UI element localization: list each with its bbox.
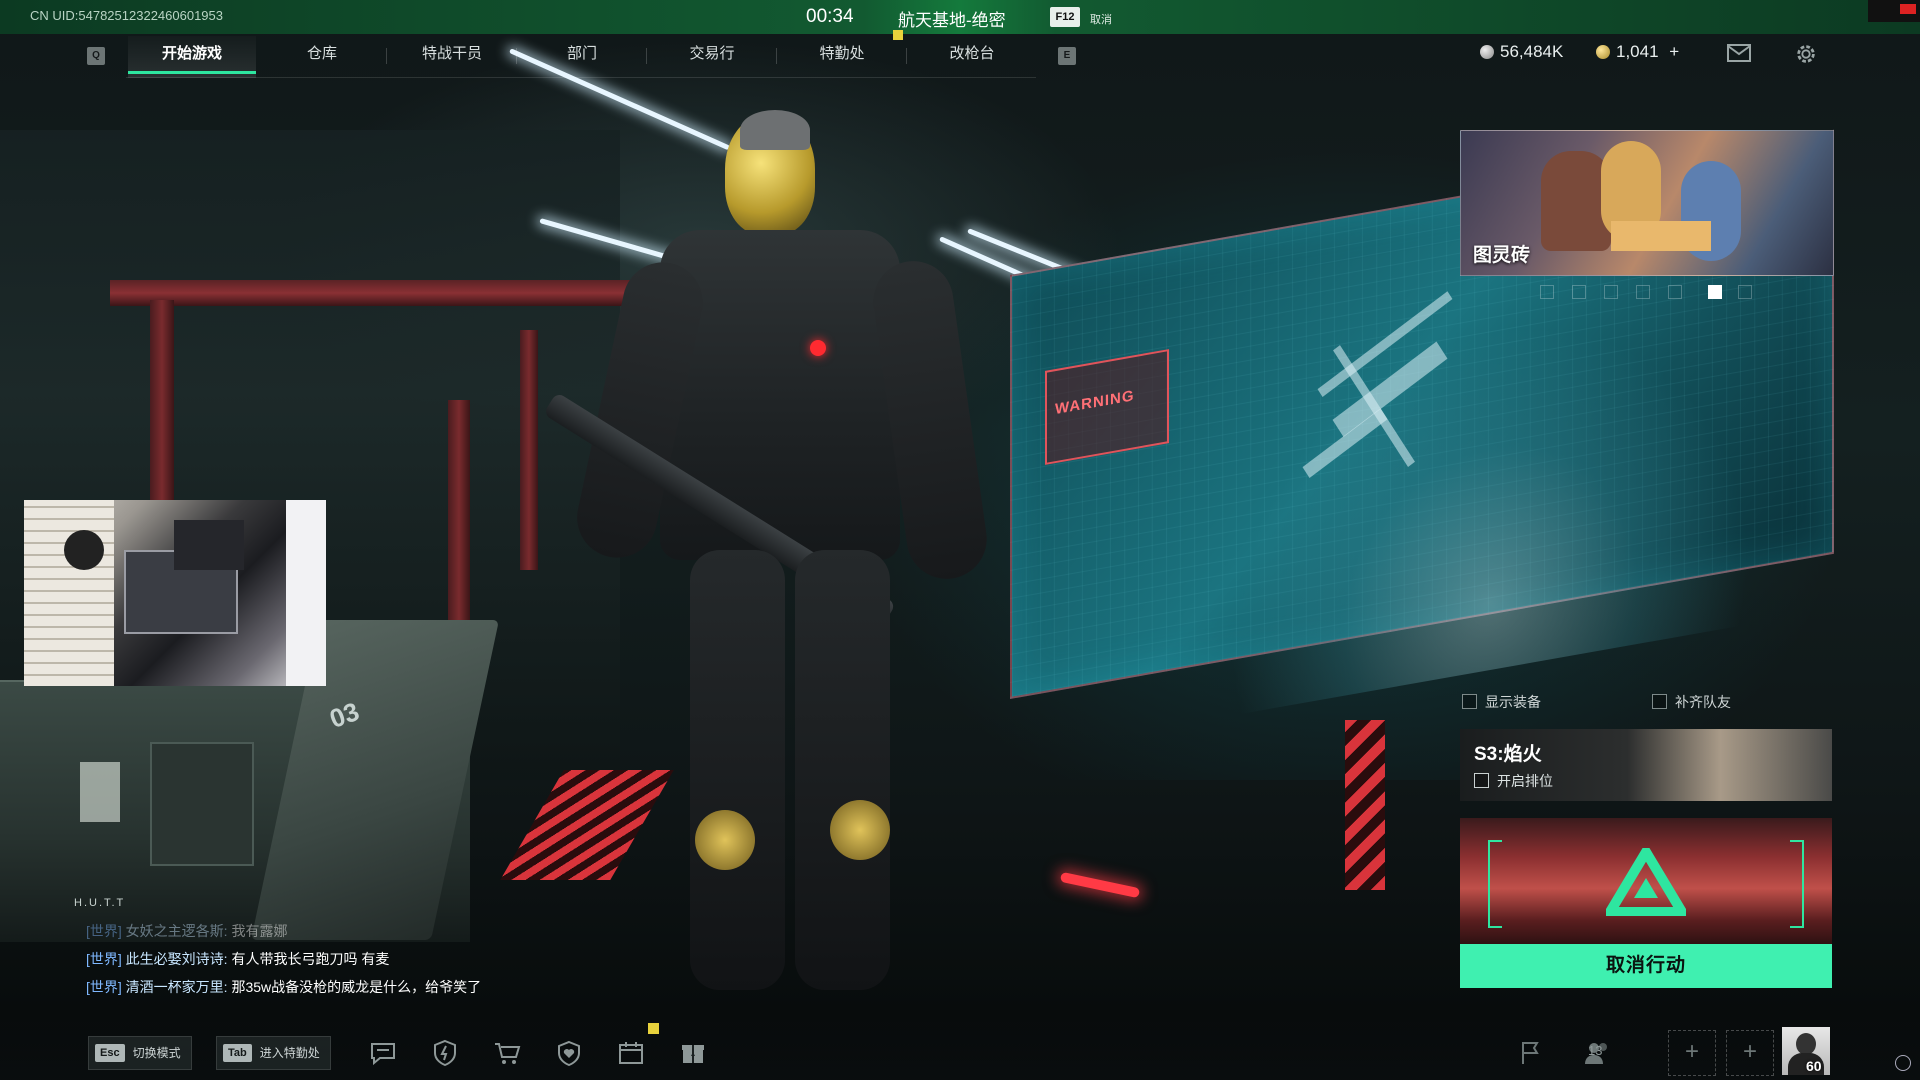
operator-character-model [540, 110, 1100, 1030]
calendar-icon[interactable] [616, 1038, 646, 1068]
hazard-stripes [1345, 720, 1385, 890]
banner-dot[interactable] [1636, 285, 1650, 299]
chat-sender[interactable]: 此生必娶刘诗诗: [126, 951, 228, 967]
ranked-label: 开启排位 [1497, 773, 1553, 789]
invite-slot-button[interactable]: + [1668, 1030, 1716, 1076]
chat-icon[interactable] [368, 1038, 398, 1068]
tab-key: Tab [223, 1044, 252, 1062]
shield-icon[interactable] [430, 1038, 460, 1068]
fill-team-checkbox[interactable] [1652, 694, 1667, 709]
chat-text: 那35w战备没枪的威龙是什么，给爷笑了 [227, 979, 482, 995]
primary-currency-value: 56,484K [1500, 42, 1564, 61]
chat-channel: [世界] [86, 979, 122, 995]
banner-dot[interactable] [1604, 285, 1618, 299]
tab-department[interactable]: 部门 [518, 36, 646, 78]
event-banner[interactable]: 图灵砖 [1460, 130, 1834, 276]
tab-operators[interactable]: 特战干员 [388, 36, 516, 78]
season-mode-card[interactable]: S3:焰火 开启排位 [1460, 729, 1832, 801]
tab-trade-market[interactable]: 交易行 [648, 36, 776, 78]
cancel-shortcut-label[interactable]: 取消 [1090, 11, 1112, 27]
ranked-toggle[interactable]: 开启排位 [1474, 771, 1553, 791]
gold-coin-icon [1596, 45, 1610, 59]
streamer-webcam-overlay [24, 500, 326, 686]
silver-coin-icon [1480, 45, 1494, 59]
next-tab-key[interactable]: E [1058, 47, 1076, 65]
cancel-action-button[interactable]: 取消行动 [1460, 944, 1832, 988]
enter-service-hint[interactable]: Tab 进入特勤处 [216, 1036, 331, 1070]
show-equipment-label: 显示装备 [1485, 694, 1541, 710]
switch-mode-hint[interactable]: Esc 切换模式 [88, 1036, 192, 1070]
friends-online-count: 13 [1588, 1043, 1603, 1058]
fill-team-toggle[interactable]: 补齐队友 [1652, 692, 1731, 712]
mail-icon[interactable] [1726, 42, 1752, 64]
match-timer: 00:34 [806, 6, 854, 27]
chat-sender[interactable]: 清酒一杯家万里: [126, 979, 228, 995]
frame-bracket-left [1488, 840, 1502, 928]
banner-dot[interactable] [1540, 285, 1554, 299]
banner-pagination [1540, 285, 1760, 299]
record-indicator [1868, 0, 1920, 22]
primary-currency[interactable]: 56,484K [1480, 42, 1563, 62]
chat-channel: [世界] [86, 923, 122, 939]
red-pipe [520, 330, 538, 570]
banner-dot[interactable] [1668, 285, 1682, 299]
f12-key-hint[interactable]: F12 [1050, 7, 1080, 27]
gift-icon[interactable] [678, 1038, 708, 1068]
ranked-checkbox[interactable] [1474, 773, 1489, 788]
frame-bracket-right [1790, 840, 1804, 928]
banner-title: 图灵砖 [1473, 245, 1531, 266]
task-alert-indicator [648, 1023, 659, 1034]
banner-dot[interactable] [1572, 285, 1586, 299]
secondary-currency[interactable]: 1,041 + [1596, 42, 1679, 62]
player-uid: CN UID:54782512322460601953 [30, 8, 223, 23]
invite-slot-button[interactable]: + [1726, 1030, 1774, 1076]
tab-special-service[interactable]: 特勤处 [778, 36, 906, 78]
chat-message: [世界] 清酒一杯家万里: 那35w战备没枪的威龙是什么，给爷笑了 [86, 973, 646, 1001]
banner-dot-active[interactable] [1708, 285, 1722, 299]
switch-mode-label: 切换模式 [132, 1046, 181, 1060]
esc-key: Esc [95, 1044, 125, 1062]
chat-channel: [世界] [86, 951, 122, 967]
tab-gunsmith[interactable]: 改枪台 [908, 36, 1036, 78]
console-logo-text: H.U.T.T [74, 897, 126, 909]
show-equipment-toggle[interactable]: 显示装备 [1462, 692, 1541, 712]
enter-service-label: 进入特勤处 [259, 1046, 320, 1060]
tab-start-game[interactable]: 开始游戏 [128, 36, 256, 78]
chat-message: [世界] 此生必娶刘诗诗: 有人带我长弓跑刀吗 有麦 [86, 945, 646, 973]
player-level: 60 [1806, 1058, 1822, 1074]
cart-icon[interactable] [492, 1038, 522, 1068]
flag-icon[interactable] [1516, 1038, 1546, 1068]
add-currency-button[interactable]: + [1669, 42, 1679, 61]
show-equipment-checkbox[interactable] [1462, 694, 1477, 709]
selected-map-mode: 航天基地-绝密 [898, 11, 1006, 30]
prev-tab-key[interactable]: Q [87, 47, 105, 65]
season-title: S3:焰火 [1474, 744, 1542, 765]
secondary-currency-value: 1,041 [1616, 42, 1659, 61]
fill-team-label: 补齐队友 [1675, 694, 1731, 710]
nav-underline [126, 77, 1036, 78]
world-chat: [世界] 女妖之主逻各斯: 我有露娜 [世界] 此生必娶刘诗诗: 有人带我长弓跑… [86, 917, 646, 1001]
chat-text: 我有露娜 [227, 923, 288, 939]
tab-warehouse[interactable]: 仓库 [258, 36, 386, 78]
gear-icon[interactable] [1794, 42, 1820, 64]
chat-text: 有人带我长弓跑刀吗 有麦 [227, 951, 390, 967]
chat-message: [世界] 女妖之主逻各斯: 我有露娜 [86, 917, 646, 945]
network-status-icon [1895, 1055, 1911, 1071]
chat-sender[interactable]: 女妖之主逻各斯: [126, 923, 228, 939]
map-preview-card[interactable] [1460, 818, 1832, 946]
heart-shield-icon[interactable] [554, 1038, 584, 1068]
delta-logo-icon [1606, 848, 1686, 916]
banner-dot[interactable] [1738, 285, 1752, 299]
